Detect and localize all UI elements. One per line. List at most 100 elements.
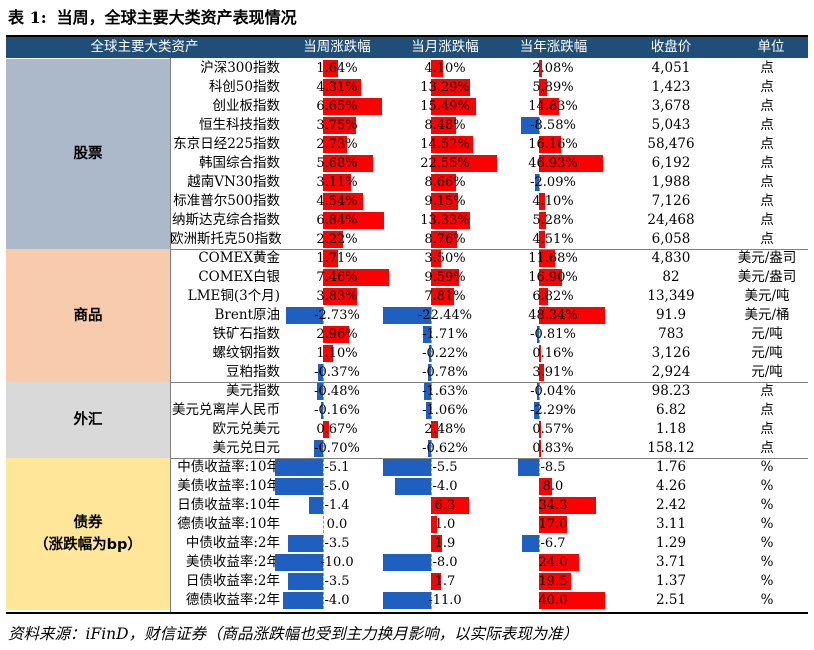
ytd-change-cell: -8.5 [499,458,607,477]
unit: 点 [760,402,774,418]
change-value: 5.28% [532,213,574,228]
header-month-change: 当月涨跌幅 [411,39,479,55]
change-value: 2.48% [424,422,466,437]
table-row: 日债收益率:2年 -3.5 1.7 19.5 1.37% [170,572,808,591]
change-value: 0.16% [532,346,574,361]
change-value: 2.08% [532,61,574,76]
change-value: 3.83% [316,289,358,304]
category-cell: 商品 [6,249,170,382]
unit: 点 [760,79,774,95]
asset-name: 越南VN30指数 [187,174,280,190]
ytd-change-cell: 14.83% [499,97,607,116]
table-header: 全球主要大类资产 当周涨跌幅 当月涨跌幅 当年涨跌幅 收盘价 单位 [6,37,808,58]
close-price: 4,830 [651,250,691,266]
change-value: 5.68% [316,156,358,171]
unit: 点 [760,383,774,399]
unit: % [760,592,774,608]
week-change-cell: 0.0 [283,515,391,534]
change-value: -3.5 [324,574,350,589]
ytd-change-cell: 5.28% [499,211,607,230]
asset-name: 美债收益率:10年 [177,478,280,494]
month-change-cell: 8.76% [391,230,499,249]
month-change-cell: 2.48% [391,420,499,439]
category-cell: 股票 [6,59,170,249]
change-value: -0.81% [530,327,576,342]
close-price: 783 [658,326,684,342]
close-price: 91.9 [655,307,687,323]
close-price: 4.26 [655,478,687,494]
table-row: 美债收益率:10年 -5.0 -4.0 8.0 4.26% [170,477,808,496]
month-change-cell: 1.7 [391,572,499,591]
unit: 点 [760,98,774,114]
close-price: 5,043 [651,117,691,133]
change-value: 13.33% [420,213,470,228]
change-value: 8.66% [424,175,466,190]
unit: % [760,573,774,589]
month-change-cell: -0.22% [391,344,499,363]
change-value: 13.29% [420,80,470,95]
table-row: 恒生科技指数 3.75% 8.48% -8.58% 5,043 点 [170,116,808,135]
unit: % [760,459,774,475]
close-price: 3.11 [655,516,687,532]
change-value: 24.0 [538,555,568,570]
change-value: 22.55% [420,156,470,171]
unit: 点 [760,155,774,171]
column-divider [170,58,171,612]
change-value: -6.7 [540,536,566,551]
month-change-cell: 7.81% [391,287,499,306]
unit: 元/吨 [751,345,783,361]
change-value: -0.48% [314,384,360,399]
change-value: 40.0 [538,593,568,608]
close-price: 1.29 [655,535,687,551]
change-value: 17.0 [538,517,568,532]
month-change-cell: -1.63% [391,382,499,401]
table-row: 中债收益率:10年 -5.1 -5.5 -8.5 1.76% [170,458,808,477]
week-change-cell: -2.73% [283,306,391,325]
change-value: -0.37% [314,365,360,380]
unit: 美元/吨 [744,288,790,304]
table-row: 欧洲斯托克50指数 2.22% 8.76% 4.51% 6,058 点 [170,230,808,249]
change-value: 9.59% [424,270,466,285]
change-value: 6.82% [532,289,574,304]
ytd-change-cell: -0.81% [499,325,607,344]
change-value: 7.46% [316,270,358,285]
week-change-cell: -10.0 [275,553,391,572]
change-value: -1.63% [422,384,468,399]
header-asset: 全球主要大类资产 [90,39,199,55]
week-change-cell: 4.31% [283,78,391,97]
ytd-change-cell: -6.7 [499,534,607,553]
change-value: -8.58% [530,118,576,133]
ytd-change-cell: 19.5 [499,572,607,591]
table-row: 日债收益率:10年 -1.4 6.3 34.3 2.42% [170,496,808,515]
change-value: 16.16% [528,137,578,152]
asset-name: 美元指数 [226,383,280,399]
change-value: 19.5 [538,574,568,589]
week-change-cell: 7.46% [283,268,391,287]
table-row: LME铜(3个月) 3.83% 7.81% 6.82% 13,349 美元/吨 [170,287,808,306]
change-value: 2.73% [316,137,358,152]
unit: % [760,554,774,570]
asset-name: 螺纹钢指数 [212,345,281,361]
month-change-cell: -0.62% [391,439,499,458]
table-row: Brent原油 -2.73% -22.44% 48.34% 91.9 美元/桶 [170,306,808,325]
table-row: 豆粕指数 -0.37% -0.78% 3.91% 2,924 元/吨 [170,363,808,382]
ytd-change-cell: 2.08% [499,59,607,78]
change-value: -0.16% [314,403,360,418]
change-value: 4.54% [316,194,358,209]
change-value: 3.91% [532,365,574,380]
ytd-change-cell: 0.57% [499,420,607,439]
ytd-change-cell: 4.10% [499,192,607,211]
close-price: 6,058 [651,231,691,247]
change-value: 2.96% [316,327,358,342]
week-change-cell: -0.70% [283,439,391,458]
change-value: 11.68% [528,251,578,266]
table-row: 德债收益率:2年 -4.0 -11.0 40.0 2.51% [170,591,808,610]
asset-name: 沪深300指数 [200,60,280,76]
week-change-cell: 3.11% [283,173,391,192]
table-row: COMEX白银 7.46% 9.59% 16.90% 82 美元/盎司 [170,268,808,287]
close-price: 2.42 [655,497,687,513]
table-row: 美元兑日元 -0.70% -0.62% 0.83% 158.12 点 [170,439,808,458]
table-title: 表 1: 当周，全球主要大类资产表现情况 [8,4,297,28]
change-value: 3.50% [424,251,466,266]
ytd-change-cell: 8.0 [499,477,607,496]
